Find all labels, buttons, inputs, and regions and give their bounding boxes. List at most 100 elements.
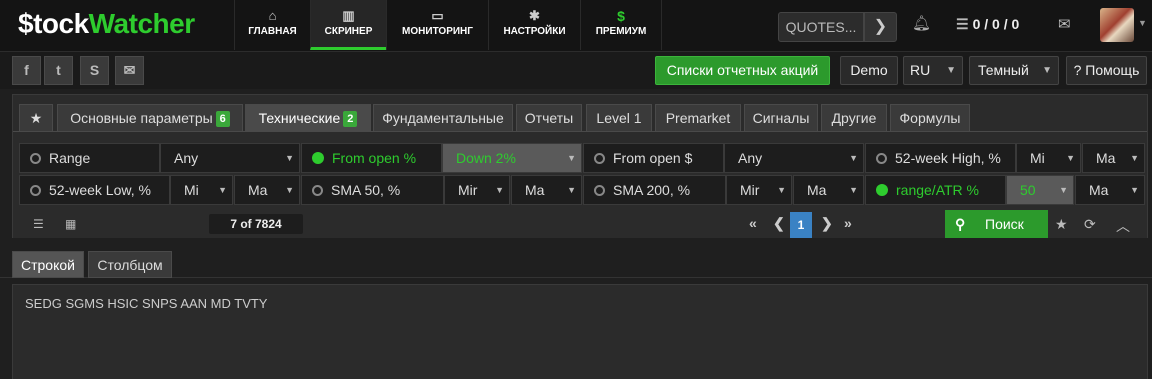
twitter-icon[interactable]: t <box>44 56 73 85</box>
tab-formulas[interactable]: Формулы <box>890 104 970 131</box>
filter-from-open-usd[interactable]: From open $ <box>583 143 724 173</box>
nav-screener-label: СКРИНЕР <box>324 26 373 37</box>
facebook-icon[interactable]: f <box>12 56 41 85</box>
nav-premium[interactable]: $ ПРЕМИУМ <box>580 0 662 50</box>
nav-settings-label: НАСТРОЙКИ <box>503 26 566 37</box>
radio-icon[interactable] <box>594 185 605 196</box>
filter-52w-low-min[interactable]: Mi ▼ <box>170 175 233 205</box>
chevron-down-icon: ▼ <box>1128 176 1139 204</box>
filter-label: range/ATR % <box>896 182 979 198</box>
theme-select[interactable]: Темный ▼ <box>969 56 1059 85</box>
chevron-down-icon: ▼ <box>283 176 294 204</box>
tab-technical[interactable]: Технические 2 <box>245 104 371 131</box>
last-page-icon[interactable]: » <box>844 215 852 231</box>
filter-sma50[interactable]: SMA 50, % <box>301 175 444 205</box>
tabs-divider <box>13 131 1147 132</box>
filter-sma200-max[interactable]: Ma ▼ <box>793 175 864 205</box>
select-value: Any <box>738 150 763 166</box>
chevron-down-icon: ▼ <box>1057 176 1068 204</box>
help-button[interactable]: ? Помощь <box>1066 56 1147 85</box>
reports-list-button[interactable]: Списки отчетных акций <box>655 56 830 85</box>
results-text[interactable]: SEDG SGMS HSIC SNPS AAN MD TVTY <box>12 284 1148 379</box>
first-page-icon[interactable]: « <box>749 215 757 231</box>
filter-range-atr-max[interactable]: Ma ▼ <box>1075 175 1145 205</box>
avatar[interactable] <box>1100 8 1134 42</box>
filter-range-select[interactable]: Any ▼ <box>160 143 300 173</box>
radio-icon[interactable] <box>594 153 605 164</box>
radio-icon[interactable] <box>30 153 41 164</box>
chevron-down-icon: ▼ <box>565 176 576 204</box>
check-icon[interactable] <box>312 152 324 164</box>
search-button[interactable]: ⚲ Поиск <box>945 210 1048 238</box>
grid-view-icon[interactable]: ▦ <box>65 217 76 231</box>
chevron-down-icon: ▼ <box>847 176 858 204</box>
quotes-button[interactable]: QUOTES... <box>778 12 864 42</box>
tab-count-badge: 6 <box>215 111 230 127</box>
filter-52w-high-max[interactable]: Ma ▼ <box>1082 143 1145 173</box>
filter-sma50-min[interactable]: Mir ▼ <box>444 175 510 205</box>
email-icon[interactable]: ✉ <box>115 56 144 85</box>
tab-level1[interactable]: Level 1 <box>586 104 652 131</box>
filter-range[interactable]: Range <box>19 143 160 173</box>
quotes-arrow-button[interactable]: ❯ <box>864 12 897 42</box>
chevron-down-icon: ▼ <box>216 176 227 204</box>
tab-reports[interactable]: Отчеты <box>516 104 582 131</box>
filter-range-atr-min[interactable]: 50 ▼ <box>1006 175 1074 205</box>
prev-page-icon[interactable]: ❮ <box>773 215 785 232</box>
nav-monitoring[interactable]: ▭ МОНИТОРИНГ <box>386 0 488 50</box>
nav-home[interactable]: ⌂ ГЛАВНАЯ <box>234 0 310 50</box>
refresh-icon[interactable]: ⟳ <box>1084 216 1096 233</box>
mail-icon[interactable]: ✉ <box>1058 15 1071 33</box>
radio-icon[interactable] <box>30 185 41 196</box>
tab-other[interactable]: Другие <box>821 104 887 131</box>
tab-inline[interactable]: Строкой <box>12 251 84 278</box>
tab-column[interactable]: Столбцом <box>88 251 172 278</box>
nav-screener[interactable]: ▥ СКРИНЕР <box>310 0 386 50</box>
filter-from-open-usd-select[interactable]: Any ▼ <box>724 143 864 173</box>
filter-label: SMA 200, % <box>613 182 691 198</box>
tab-premarket[interactable]: Premarket <box>655 104 741 131</box>
language-select[interactable]: RU ▼ <box>903 56 963 85</box>
chevron-down-icon: ▼ <box>283 144 294 172</box>
demo-button[interactable]: Demo <box>840 56 898 85</box>
nav-settings[interactable]: ✱ НАСТРОЙКИ <box>488 0 580 50</box>
result-count: 7 of 7824 <box>209 214 303 234</box>
filter-range-atr[interactable]: range/ATR % <box>865 175 1006 205</box>
filter-label: 52-week High, % <box>895 150 1001 166</box>
home-icon: ⌂ <box>268 8 277 23</box>
filter-sma200-min[interactable]: Mir ▼ <box>726 175 792 205</box>
radio-icon[interactable] <box>876 153 887 164</box>
collapse-icon[interactable]: ︿ <box>1116 216 1130 236</box>
tab-favorites[interactable]: ★ <box>19 104 53 131</box>
logo[interactable]: $tockWatcher <box>18 8 195 40</box>
list-view-icon[interactable]: ☰ <box>33 217 44 231</box>
search-button-label: Поиск <box>985 216 1024 232</box>
filter-label: From open % <box>332 150 417 166</box>
chevron-down-icon[interactable]: ▼ <box>1138 18 1147 28</box>
filter-from-open-pct[interactable]: From open % <box>301 143 442 173</box>
filter-52w-high[interactable]: 52-week High, % <box>865 143 1016 173</box>
filter-label: Range <box>49 150 91 166</box>
next-page-icon[interactable]: ❯ <box>821 215 833 232</box>
filter-52w-low-max[interactable]: Ma ▼ <box>234 175 300 205</box>
watchlist-counts[interactable]: ☰ 0 / 0 / 0 <box>956 16 1019 33</box>
tab-basic-params[interactable]: Основные параметры 6 <box>57 104 243 131</box>
page-number[interactable]: 1 <box>790 212 812 238</box>
star-icon[interactable]: ★ <box>1055 216 1068 233</box>
filter-52w-high-min[interactable]: Mi ▼ <box>1016 143 1081 173</box>
result-tabs: Строкой Столбцом <box>0 248 1152 278</box>
top-nav: $tockWatcher ⌂ ГЛАВНАЯ ▥ СКРИНЕР ▭ МОНИТ… <box>0 0 1152 52</box>
bell-icon[interactable]: 🔔︎ <box>912 14 931 32</box>
radio-icon[interactable] <box>312 185 323 196</box>
select-value: 50 <box>1020 182 1036 198</box>
tab-signals[interactable]: Сигналы <box>744 104 818 131</box>
filter-sma50-max[interactable]: Ma ▼ <box>511 175 582 205</box>
filter-from-open-pct-select[interactable]: Down 2% ▼ <box>442 143 582 173</box>
check-icon[interactable] <box>876 184 888 196</box>
tab-fundamental[interactable]: Фундаментальные <box>373 104 513 131</box>
filter-52w-low[interactable]: 52-week Low, % <box>19 175 170 205</box>
filter-sma200[interactable]: SMA 200, % <box>583 175 726 205</box>
skype-icon[interactable]: S <box>80 56 109 85</box>
select-value: Ma <box>525 182 545 198</box>
filter-label: SMA 50, % <box>331 182 401 198</box>
